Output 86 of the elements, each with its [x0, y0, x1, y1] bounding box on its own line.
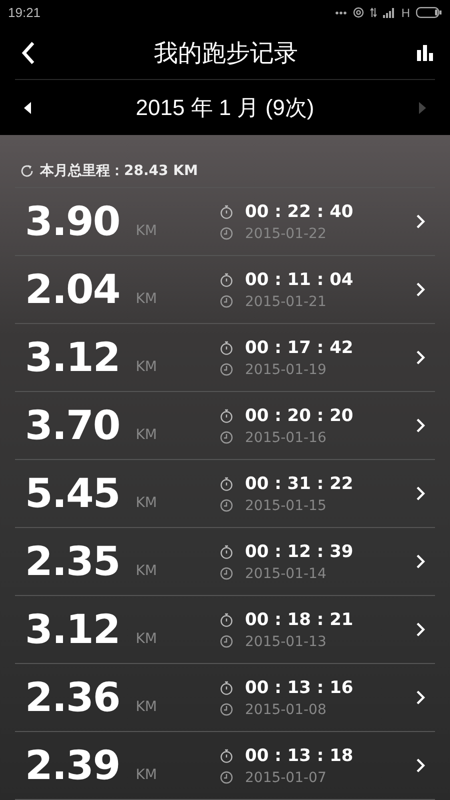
chevron-right-icon — [416, 418, 425, 433]
distance-unit: KM — [136, 426, 157, 442]
run-duration: 00 : 13 : 16 — [245, 678, 354, 698]
battery-icon — [416, 7, 442, 18]
clock-icon — [220, 431, 233, 444]
run-date: 2015-01-21 — [245, 294, 326, 310]
data-arrows-icon — [370, 7, 378, 18]
distance-unit: KM — [136, 222, 157, 238]
distance-unit: KM — [136, 358, 157, 374]
run-record-row[interactable]: 2.04 KM 00 : 11 : 04 2015-01-21 — [15, 256, 435, 324]
run-record-row[interactable]: 3.12 KM 00 : 18 : 21 2015-01-13 — [15, 596, 435, 664]
stopwatch-icon — [220, 612, 233, 626]
run-duration: 00 : 31 : 22 — [245, 474, 354, 494]
stopwatch-icon — [220, 680, 233, 694]
stopwatch-icon — [220, 748, 233, 762]
distance-unit: KM — [136, 698, 157, 714]
run-date: 2015-01-16 — [245, 430, 326, 446]
run-record-row[interactable]: 3.12 KM 00 : 17 : 42 2015-01-19 — [15, 324, 435, 392]
run-date: 2015-01-15 — [245, 498, 326, 514]
distance-unit: KM — [136, 494, 157, 510]
chevron-right-icon — [416, 486, 425, 501]
run-date: 2015-01-07 — [245, 770, 326, 786]
distance-unit: KM — [136, 630, 157, 646]
distance-unit: KM — [136, 766, 157, 782]
distance-value: 5.45 — [25, 470, 120, 516]
run-duration: 00 : 11 : 04 — [245, 270, 354, 290]
distance-value: 2.04 — [25, 266, 120, 312]
back-icon[interactable] — [21, 40, 35, 65]
more-dots-icon — [335, 10, 348, 15]
distance-value: 3.12 — [25, 334, 120, 380]
run-record-row[interactable]: 3.70 KM 00 : 20 : 20 2015-01-16 — [15, 392, 435, 460]
run-duration: 00 : 20 : 20 — [245, 406, 354, 426]
clock-icon — [220, 499, 233, 512]
page-title: 我的跑步记录 — [154, 38, 298, 69]
run-date: 2015-01-14 — [245, 566, 326, 582]
stopwatch-icon — [220, 204, 233, 218]
previous-month-icon[interactable] — [24, 102, 32, 114]
chevron-right-icon — [416, 554, 425, 569]
run-date: 2015-01-13 — [245, 634, 326, 650]
clock-icon — [220, 635, 233, 648]
chevron-right-icon — [416, 214, 425, 229]
stopwatch-icon — [220, 544, 233, 558]
run-date: 2015-01-22 — [245, 226, 326, 242]
run-duration: 00 : 13 : 18 — [245, 746, 354, 766]
run-record-row[interactable]: 2.39 KM 00 : 13 : 18 2015-01-07 — [15, 732, 435, 800]
distance-value: 3.70 — [25, 402, 120, 448]
bar-chart-icon[interactable] — [417, 44, 433, 61]
month-label: 2015 年 1 月 (9次) — [136, 94, 314, 122]
clock-icon — [220, 227, 233, 240]
distance-value: 2.39 — [25, 742, 120, 788]
clock-icon — [220, 703, 233, 716]
run-record-row[interactable]: 5.45 KM 00 : 31 : 22 2015-01-15 — [15, 460, 435, 528]
refresh-icon — [20, 164, 34, 178]
run-date: 2015-01-19 — [245, 362, 326, 378]
run-duration: 00 : 17 : 42 — [245, 338, 354, 358]
run-record-row[interactable]: 2.36 KM 00 : 13 : 16 2015-01-08 — [15, 664, 435, 732]
chevron-right-icon — [416, 758, 425, 773]
chevron-right-icon — [416, 282, 425, 297]
run-date: 2015-01-08 — [245, 702, 326, 718]
clock-icon — [220, 363, 233, 376]
distance-value: 3.12 — [25, 606, 120, 652]
status-time: 19:21 — [8, 5, 41, 20]
stopwatch-icon — [220, 272, 233, 286]
distance-unit: KM — [136, 562, 157, 578]
run-duration: 00 : 12 : 39 — [245, 542, 354, 562]
clock-icon — [220, 771, 233, 784]
stopwatch-icon — [220, 476, 233, 490]
chevron-right-icon — [416, 350, 425, 365]
hotspot-icon — [353, 7, 364, 18]
network-type: H — [401, 6, 410, 20]
run-duration: 00 : 18 : 21 — [245, 610, 354, 630]
stopwatch-icon — [220, 340, 233, 354]
stopwatch-icon — [220, 408, 233, 422]
clock-icon — [220, 567, 233, 580]
run-record-row[interactable]: 3.90 KM 00 : 22 : 40 2015-01-22 — [15, 188, 435, 256]
signal-icon — [383, 8, 396, 18]
chevron-right-icon — [416, 622, 425, 637]
monthly-total-distance: 本月总里程：28.43 KM — [40, 162, 198, 180]
run-record-row[interactable]: 2.35 KM 00 : 12 : 39 2015-01-14 — [15, 528, 435, 596]
distance-value: 2.35 — [25, 538, 120, 584]
clock-icon — [220, 295, 233, 308]
run-duration: 00 : 22 : 40 — [245, 202, 354, 222]
chevron-right-icon — [416, 690, 425, 705]
distance-unit: KM — [136, 290, 157, 306]
distance-value: 2.36 — [25, 674, 120, 720]
distance-value: 3.90 — [25, 198, 120, 244]
